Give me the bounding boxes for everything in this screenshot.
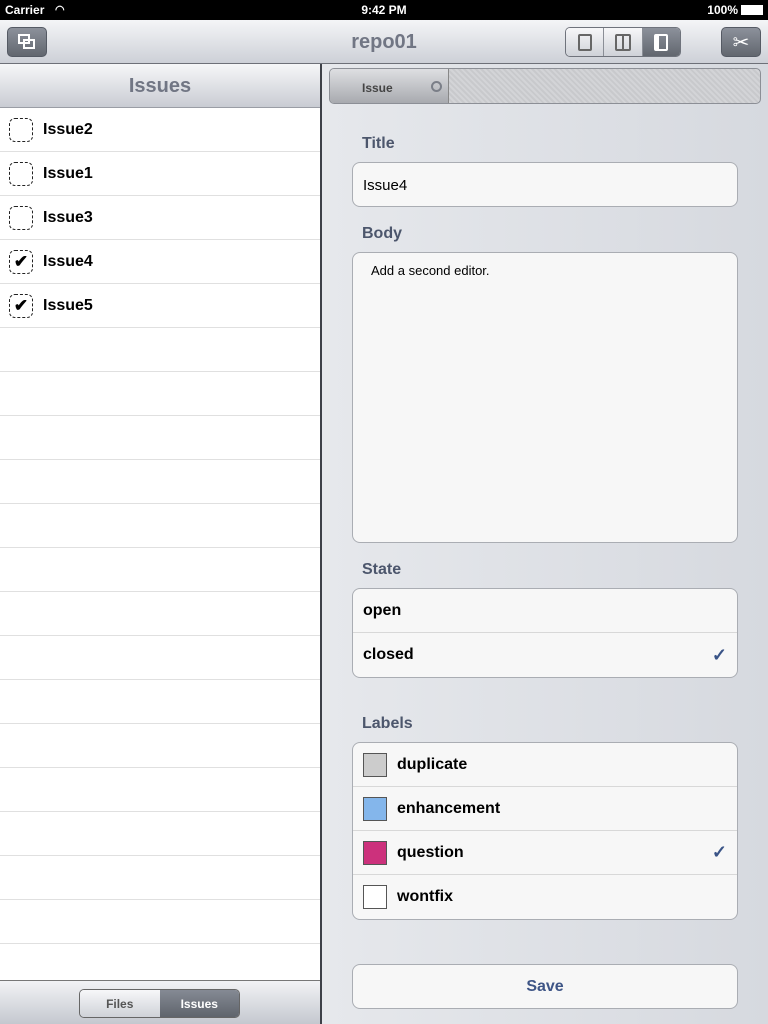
split-pane-icon	[614, 33, 631, 51]
tools-button[interactable]: ✂	[721, 27, 761, 57]
layout-split-button[interactable]	[604, 28, 643, 56]
labels-group: duplicate enhancement question ✓ wontfix	[352, 742, 738, 920]
label-option[interactable]: question ✓	[353, 831, 737, 875]
issues-sidebar: Issues Issue2 Issue1 Issue3 ✔ Issue4 ✔ Issue5 …	[0, 64, 320, 1024]
close-tab-icon[interactable]	[431, 81, 442, 92]
nav-bar: repo01 ✂	[0, 20, 768, 64]
unchecked-box-icon[interactable]	[9, 161, 33, 186]
label-color-swatch	[363, 885, 387, 909]
issue-detail: Issue Title Issue4 Body Add a second edi…	[322, 64, 768, 1024]
detail-tab-bar: Issue	[329, 68, 761, 104]
empty-rows	[0, 328, 320, 980]
body-textarea[interactable]: Add a second editor.	[352, 252, 738, 543]
label-color-swatch	[363, 796, 387, 821]
state-label: State	[362, 561, 402, 578]
unchecked-box-icon[interactable]	[9, 117, 33, 142]
save-button[interactable]: Save	[352, 964, 738, 1009]
issue-title: Issue3	[43, 208, 93, 226]
battery-percent: 100%	[707, 3, 738, 17]
state-group: open closed ✓	[352, 588, 738, 678]
label-color-swatch	[363, 752, 387, 777]
label-name: duplicate	[397, 755, 468, 773]
labels-label: Labels	[362, 715, 413, 732]
issue-title: Issue1	[43, 164, 93, 182]
issue-row[interactable]: ✔ Issue5	[0, 284, 320, 328]
layout-sidebar-button[interactable]	[642, 28, 680, 56]
layout-single-button[interactable]	[566, 28, 605, 56]
label-name: wontfix	[397, 888, 453, 905]
label-option[interactable]: duplicate	[353, 743, 737, 787]
title-label: Title	[362, 135, 395, 152]
issue-row[interactable]: Issue1	[0, 152, 320, 196]
state-option[interactable]: open	[353, 589, 737, 633]
issue-title: Issue2	[43, 120, 93, 138]
layout-switcher[interactable]	[565, 27, 681, 57]
clock: 9:42 PM	[361, 3, 407, 17]
checkmark-icon: ✓	[711, 644, 727, 665]
checked-box-icon[interactable]: ✔	[9, 293, 33, 318]
label-name: question	[397, 843, 464, 861]
tab-issues[interactable]: Issues	[159, 990, 239, 1017]
status-bar: Carrier ◠ 9:42 PM 100%	[0, 0, 768, 20]
tab-issue-label: Issue	[362, 81, 393, 95]
issue-title: Issue5	[43, 296, 93, 314]
label-option[interactable]: enhancement	[353, 787, 737, 831]
tools-icon: ✂	[732, 31, 750, 54]
state-name: closed	[363, 646, 414, 663]
tab-issue[interactable]: Issue	[330, 69, 449, 103]
checked-box-icon[interactable]: ✔	[9, 249, 33, 274]
label-color-swatch	[363, 840, 387, 865]
issue-row[interactable]: Issue3	[0, 196, 320, 240]
issue-row[interactable]: Issue2	[0, 108, 320, 152]
pane-switcher[interactable]: Files Issues	[79, 989, 240, 1018]
label-option[interactable]: wontfix	[353, 875, 737, 919]
body-label: Body	[362, 225, 402, 242]
title-field[interactable]: Issue4	[352, 162, 738, 207]
checkmark-icon: ✓	[711, 842, 727, 862]
sidebar-pane-icon	[654, 33, 669, 51]
sidebar-title: Issues	[0, 64, 320, 108]
issue-list: Issue2 Issue1 Issue3 ✔ Issue4 ✔ Issue5	[0, 108, 320, 328]
single-pane-icon	[577, 33, 592, 51]
unchecked-box-icon[interactable]	[9, 205, 33, 230]
battery-icon	[741, 5, 763, 15]
issue-title: Issue4	[43, 252, 93, 270]
state-option[interactable]: closed ✓	[353, 633, 737, 677]
state-name: open	[363, 601, 402, 619]
tab-files[interactable]: Files	[80, 990, 160, 1017]
label-name: enhancement	[397, 799, 501, 817]
issue-row[interactable]: ✔ Issue4	[0, 240, 320, 284]
bottom-toolbar: Files Issues	[0, 980, 320, 1024]
